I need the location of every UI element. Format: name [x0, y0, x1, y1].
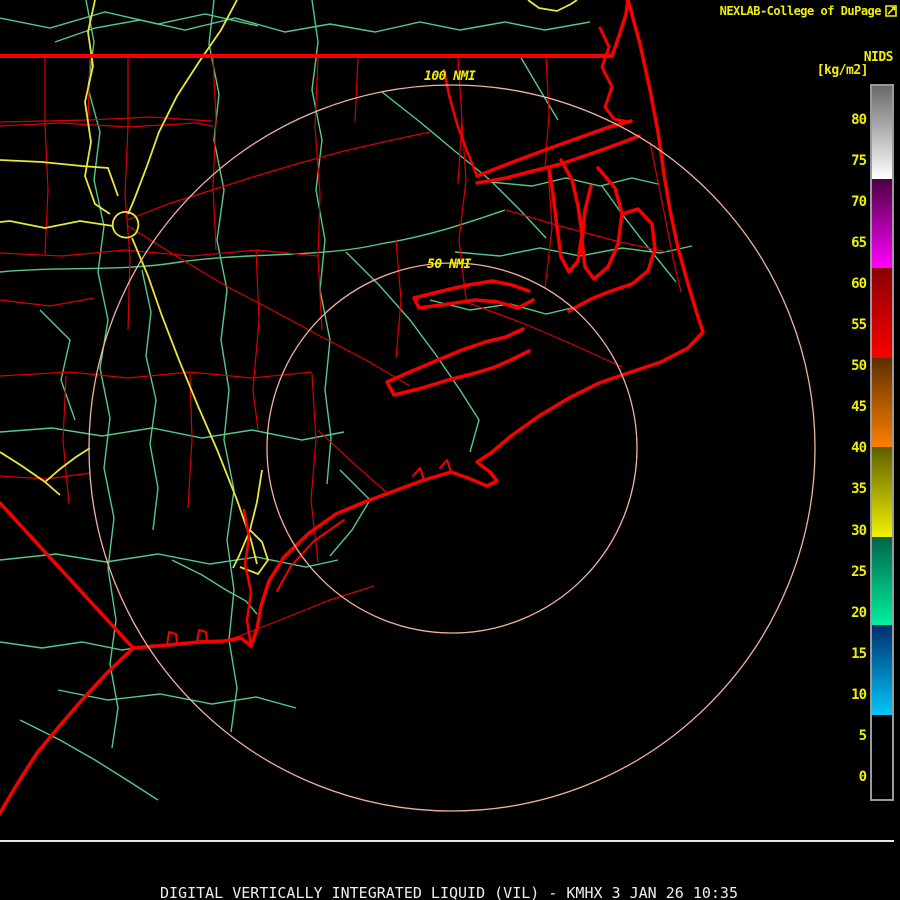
colorbar-tick-label: 15 [851, 645, 867, 662]
colorbar-tick-label: 5 [858, 727, 867, 744]
colorbar-segment-gray [872, 86, 892, 179]
range-ring-50nmi [266, 262, 638, 634]
highway-layer-yellow [0, 0, 578, 576]
colorbar-tick-label: 70 [851, 194, 867, 211]
colorbar-units: [kg/m2] [816, 63, 869, 78]
colorbar-segment-red [872, 268, 892, 358]
albemarle-sound [475, 119, 641, 185]
colorbar-tick-label: 60 [851, 276, 867, 293]
footer-separator-line [0, 840, 894, 842]
colorbar-tick-label: 80 [851, 112, 867, 128]
colorbar-tick-label: 50 [851, 358, 867, 375]
colorbar-tick-label: 55 [851, 317, 867, 334]
colorbar-segment-teal [872, 537, 892, 625]
colorbar-segment-purple [872, 179, 892, 268]
range-ring-label-100nmi: 100 NMI [424, 69, 476, 84]
coastline-layer [0, 0, 705, 815]
colorbar-tick-label: 20 [851, 604, 867, 621]
colorbar-segment-black [872, 715, 892, 799]
colorbar-segment-yellow [872, 447, 892, 537]
colorbar-tick-label: 75 [851, 153, 867, 170]
county-layer-red [0, 56, 682, 639]
colorbar-tick-label: 30 [851, 522, 867, 539]
colorbar-gradient [870, 84, 894, 801]
colorbar-tick-label: 0 [858, 768, 867, 785]
radar-display: 100 NMI 50 NMI NEXLAB-College of DuPage … [0, 0, 900, 900]
road-layer-green [0, 0, 693, 801]
base-map [0, 0, 816, 815]
colorbar-tick-label: 25 [851, 563, 867, 580]
header: NEXLAB-College of DuPage [720, 4, 897, 18]
colorbar-segment-blue [872, 625, 892, 715]
outer-banks-coast [0, 0, 705, 815]
colorbar-tick-label: 65 [851, 235, 867, 252]
product-title: DIGITAL VERTICALLY INTEGRATED LIQUID (VI… [160, 884, 738, 900]
colorbar-tick-label: 10 [851, 686, 867, 703]
colorbar-tick-label: 40 [851, 440, 867, 457]
range-ring-label-50nmi: 50 NMI [427, 257, 471, 272]
pamlico-river [412, 279, 535, 310]
colorbar-segment-orange [872, 358, 892, 447]
colorbar-tick-label: 45 [851, 399, 867, 416]
colorbar-tick-label: 35 [851, 481, 867, 498]
colorbar-title: NIDS [863, 50, 894, 65]
brand-text: NEXLAB-College of DuPage [719, 4, 882, 18]
cod-logo-icon [885, 5, 897, 17]
